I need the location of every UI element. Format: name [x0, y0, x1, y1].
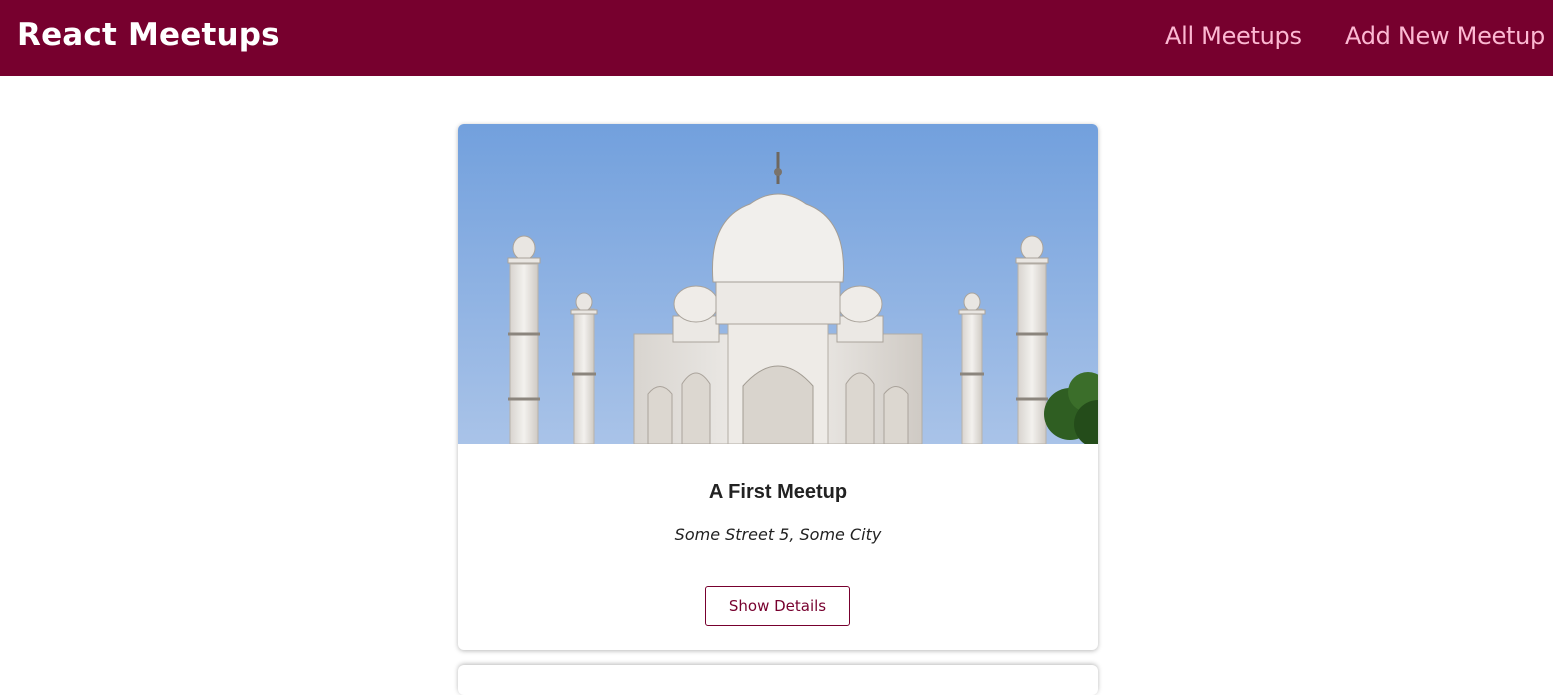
nav-add-new-meetup[interactable]: Add New Meetup: [1345, 22, 1545, 50]
main-header: React Meetups All Meetups Add New Meetup: [0, 0, 1553, 76]
site-logo[interactable]: React Meetups: [17, 17, 280, 53]
nav-all-meetups[interactable]: All Meetups: [1165, 22, 1302, 50]
meetup-card: A First Meetup Some Street 5, Some City …: [458, 124, 1098, 650]
show-details-button[interactable]: Show Details: [705, 586, 850, 626]
meetup-title: A First Meetup: [708, 481, 848, 503]
meetup-image: [458, 124, 1098, 444]
meetup-address: Some Street 5, Some City: [674, 525, 882, 544]
